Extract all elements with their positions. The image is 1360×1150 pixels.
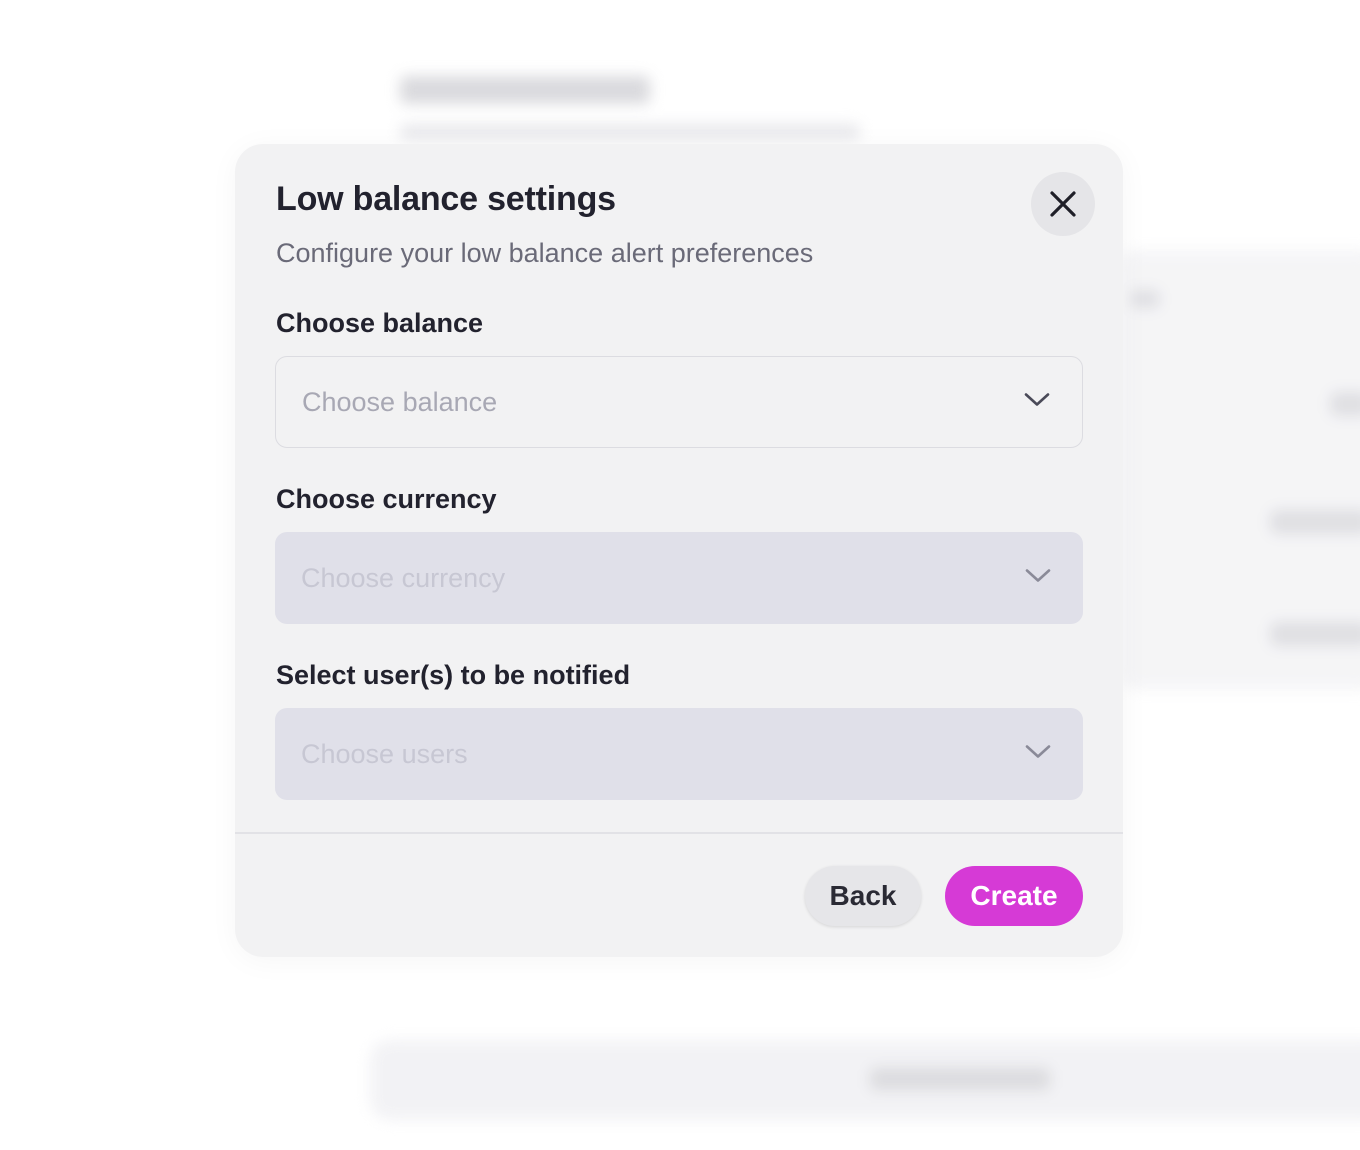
chevron-down-icon — [1025, 744, 1051, 765]
chevron-down-icon — [1025, 568, 1051, 589]
low-balance-settings-modal: Low balance settings Configure your low … — [235, 144, 1123, 957]
modal-subtitle: Configure your low balance alert prefere… — [276, 238, 814, 268]
choose-balance-select[interactable]: Choose balance — [275, 356, 1083, 448]
create-button[interactable]: Create — [945, 866, 1083, 926]
choose-currency-select: Choose currency — [275, 532, 1083, 624]
modal-title: Low balance settings — [276, 180, 616, 218]
choose-users-select: Choose users — [275, 708, 1083, 800]
background-footer-bar — [370, 1040, 1360, 1120]
background-heading — [400, 76, 650, 104]
choose-balance-placeholder: Choose balance — [302, 386, 498, 417]
back-button[interactable]: Back — [805, 866, 921, 926]
choose-currency-placeholder: Choose currency — [301, 562, 506, 593]
close-icon — [1049, 190, 1077, 218]
background-subheading — [400, 124, 860, 140]
close-button[interactable] — [1031, 172, 1095, 236]
background-chip — [1130, 290, 1160, 308]
background-footer-text — [870, 1068, 1050, 1090]
choose-users-placeholder: Choose users — [301, 738, 468, 769]
footer-divider — [235, 832, 1123, 834]
chevron-down-icon — [1024, 392, 1050, 413]
choose-balance-label: Choose balance — [276, 308, 484, 338]
background-chip — [1270, 622, 1360, 646]
select-users-label: Select user(s) to be notified — [276, 660, 631, 690]
choose-currency-label: Choose currency — [276, 484, 497, 514]
background-chip — [1330, 392, 1360, 416]
background-chip — [1270, 510, 1360, 534]
